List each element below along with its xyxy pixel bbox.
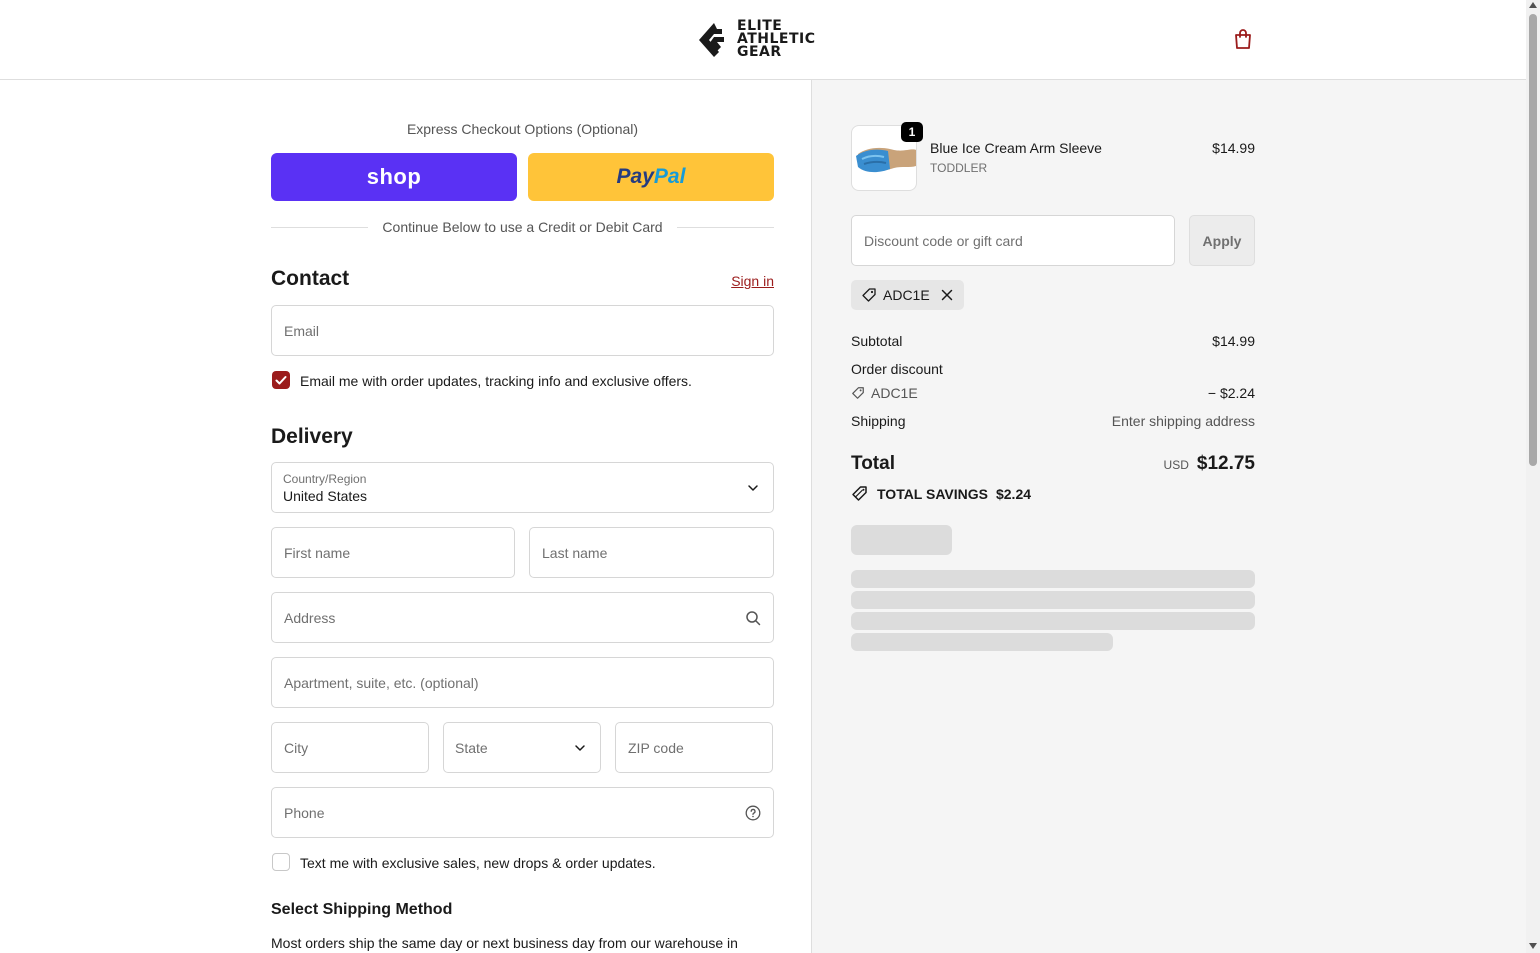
site-header: ELITE ATHLETIC GEAR [0,0,1526,80]
total-savings: TOTAL SAVINGS $2.24 [851,485,1031,503]
savings-label: TOTAL SAVINGS [877,486,988,502]
product-price: $14.99 [1212,140,1255,156]
skeleton-line [851,591,1255,609]
country-value: United States [283,488,368,504]
first-name-field[interactable] [271,527,515,578]
product-name: Blue Ice Cream Arm Sleeve [930,140,1102,156]
shipping-method-description: Most orders ship the same day or next bu… [271,935,738,951]
state-select[interactable]: State [443,722,601,773]
last-name-field[interactable] [529,527,774,578]
search-icon [746,610,761,625]
divider-line-right [676,226,774,228]
apply-discount-button[interactable]: Apply [1189,215,1255,266]
email-optin-label: Email me with order updates, tracking in… [300,373,692,389]
discount-code-field[interactable] [851,215,1175,266]
tag-icon [862,288,876,302]
logo-mark-icon [699,22,724,57]
divider-text: Continue Below to use a Credit or Debit … [382,219,663,235]
logo-text: ELITE ATHLETIC GEAR [737,19,816,60]
total-row: Total USD $12.75 [851,453,1255,475]
city-field[interactable] [271,722,429,773]
applied-code-chip: ADC1E [851,280,964,310]
checkout-form-panel: Express Checkout Options (Optional) shop… [0,80,812,953]
shipping-method-title: Select Shipping Method [271,901,453,918]
zip-input[interactable] [616,723,772,772]
phone-field[interactable] [271,787,774,838]
tag-icon [852,387,864,399]
subtotal-row: Subtotal $14.99 [851,333,1255,349]
sms-optin-checkbox[interactable] [272,853,290,871]
store-logo[interactable]: ELITE ATHLETIC GEAR [697,19,816,60]
page-scrollbar[interactable] [1526,0,1540,953]
contact-title: Contact [271,267,350,290]
discount-code-name: ADC1E [871,385,918,401]
scrollbar-thumb[interactable] [1529,14,1537,466]
country-select-inner: Country/Region United States [283,472,367,504]
total-label: Total [851,453,895,474]
applied-code-text: ADC1E [883,287,930,303]
email-optin-checkbox[interactable] [272,371,290,389]
close-icon[interactable] [940,288,954,302]
email-input[interactable] [272,306,773,355]
apartment-input[interactable] [272,658,773,707]
subtotal-value: $14.99 [1212,333,1255,349]
chevron-down-icon [748,484,758,491]
discount-value: − $2.24 [1207,385,1255,401]
discount-code-input[interactable] [852,216,1174,265]
shipping-row: Shipping Enter shipping address [851,413,1255,429]
phone-input[interactable] [272,788,773,837]
logo-line-3: GEAR [737,44,782,60]
shop-pay-button[interactable]: shop [271,153,517,201]
city-input[interactable] [272,723,428,772]
sms-optin-label: Text me with exclusive sales, new drops … [300,855,656,871]
address-input[interactable] [272,593,773,642]
scroll-down-arrow[interactable] [1529,943,1537,949]
divider-line-left [271,226,369,228]
currency-code: USD [1163,458,1189,472]
total-amount: USD $12.75 [1164,453,1255,475]
first-name-input[interactable] [272,528,514,577]
chevron-down-icon [575,744,585,751]
subtotal-label: Subtotal [851,333,903,349]
paypal-label-pay: Pay [616,165,654,188]
product-variant: TODDLER [930,161,988,175]
scroll-up-arrow[interactable] [1529,2,1537,8]
address-field[interactable] [271,592,774,643]
skeleton-line [851,570,1255,588]
checkmark-icon [275,376,287,385]
shipping-label: Shipping [851,413,906,429]
skeleton-line [851,633,1113,651]
delivery-title: Delivery [271,425,353,448]
country-select[interactable]: Country/Region United States [271,462,774,513]
paypal-button[interactable]: Pay Pal [528,153,774,201]
order-discount-label: Order discount [851,361,943,377]
help-circle-icon[interactable] [745,805,761,821]
country-label: Country/Region [283,472,367,486]
discount-code-row: ADC1E − $2.24 [851,385,1255,401]
paypal-label-pal: Pal [653,165,686,188]
sign-in-link[interactable]: Sign in [700,273,774,289]
payment-divider: Continue Below to use a Credit or Debit … [271,219,774,235]
email-field[interactable] [271,305,774,356]
shipping-value: Enter shipping address [1111,413,1255,429]
shopping-bag-icon[interactable] [1232,28,1254,50]
skeleton-button [851,525,952,555]
total-value: $12.75 [1196,453,1255,474]
last-name-input[interactable] [530,528,773,577]
skeleton-line [851,612,1255,630]
discount-code-tag: ADC1E [851,385,918,401]
savings-value: $2.24 [995,486,1032,502]
express-checkout-label: Express Checkout Options (Optional) [406,121,639,137]
state-label: State [455,739,488,756]
order-discount-row: Order discount [851,361,1255,377]
quantity-badge: 1 [901,122,923,142]
product-thumbnail: 1 [851,122,923,191]
apartment-field[interactable] [271,657,774,708]
zip-field[interactable] [615,722,773,773]
shop-pay-label: shop [366,164,422,189]
order-summary-panel: 1 Blue Ice Cream Arm Sleeve TODDLER $14.… [812,80,1526,953]
savings-tag-icon [852,486,867,501]
